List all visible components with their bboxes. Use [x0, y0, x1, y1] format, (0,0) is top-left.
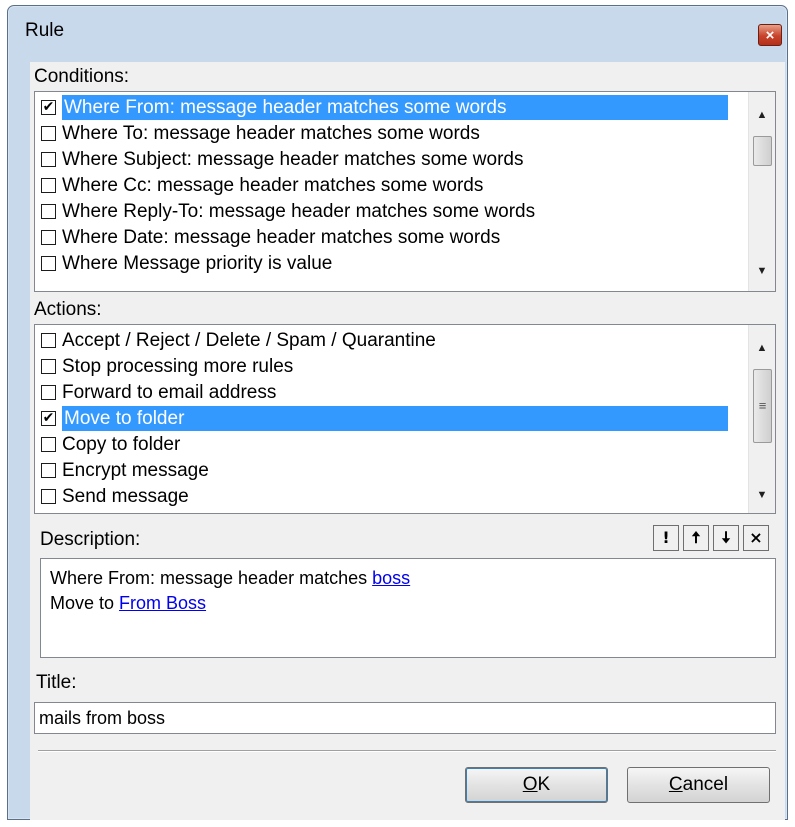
importance-button[interactable]: !	[653, 525, 679, 551]
actions-list-item[interactable]: Copy to folder	[35, 432, 775, 457]
actions-item-label: Encrypt message	[62, 460, 209, 481]
close-button[interactable]: ×	[758, 24, 782, 46]
actions-item-label: Copy to folder	[62, 434, 181, 455]
actions-label: Actions:	[34, 299, 102, 320]
actions-list-item[interactable]: Stop processing more rules	[35, 354, 775, 379]
arrow-up-icon: 🠅	[691, 528, 701, 547]
scroll-down-icon[interactable]: ▼	[749, 484, 775, 506]
conditions-list-item[interactable]: ✔ Where From: message header matches some…	[35, 95, 775, 120]
move-down-button[interactable]: 🠇	[713, 525, 739, 551]
description-box: Where From: message header matches boss …	[40, 558, 776, 658]
title-bar[interactable]: Rule ×	[8, 6, 787, 56]
conditions-item-label: Where To: message header matches some wo…	[62, 123, 480, 144]
conditions-list-item[interactable]: Where Cc: message header matches some wo…	[35, 173, 775, 198]
conditions-item-label: Where From: message header matches some …	[62, 95, 728, 120]
conditions-item-label: Where Cc: message header matches some wo…	[62, 175, 484, 196]
checkbox[interactable]	[41, 333, 56, 348]
checkbox[interactable]	[41, 463, 56, 478]
conditions-item-label: Where Date: message header matches some …	[62, 227, 501, 248]
scrollbar-thumb[interactable]: ≡	[753, 369, 772, 443]
scroll-up-icon[interactable]: ▲	[749, 337, 775, 359]
description-line-1: Where From: message header matches boss	[50, 566, 766, 591]
conditions-item-label: Where Reply-To: message header matches s…	[62, 201, 536, 222]
dialog-title: Rule	[25, 20, 65, 41]
checkbox[interactable]	[41, 489, 56, 504]
cancel-button[interactable]: Cancel	[627, 767, 770, 803]
scroll-down-icon[interactable]: ▼	[749, 260, 775, 282]
actions-item-label: Move to folder	[62, 406, 728, 431]
close-icon: ×	[765, 26, 775, 44]
actions-item-label: Accept / Reject / Delete / Spam / Quaran…	[62, 330, 436, 351]
checkbox[interactable]	[41, 230, 56, 245]
checkbox[interactable]: ✔	[41, 411, 56, 426]
conditions-list-item[interactable]: Where Date: message header matches some …	[35, 225, 775, 250]
checkbox[interactable]	[41, 437, 56, 452]
delete-button[interactable]: ×	[743, 525, 769, 551]
arrow-down-icon: 🠇	[721, 528, 731, 547]
ok-button[interactable]: OK	[465, 767, 608, 803]
actions-list[interactable]: Accept / Reject / Delete / Spam / Quaran…	[34, 324, 776, 514]
ok-mnemonic: O	[522, 774, 538, 795]
conditions-scrollbar[interactable]: ▲ ▼	[748, 92, 775, 291]
checkbox[interactable]	[41, 256, 56, 271]
conditions-list-item[interactable]: Where To: message header matches some wo…	[35, 121, 775, 146]
conditions-list-item[interactable]: Where Reply-To: message header matches s…	[35, 199, 775, 224]
checkbox[interactable]	[41, 385, 56, 400]
condition-text: Where From: message header matches	[50, 568, 373, 588]
title-label: Title:	[36, 672, 77, 693]
scroll-up-icon[interactable]: ▲	[749, 104, 775, 126]
delete-icon: ×	[749, 528, 763, 547]
conditions-label: Conditions:	[34, 66, 130, 87]
scrollbar-thumb[interactable]	[753, 136, 772, 166]
actions-list-item[interactable]: ✔ Move to folder	[35, 406, 775, 431]
actions-item-label: Stop processing more rules	[62, 356, 294, 377]
exclamation-icon: !	[662, 528, 670, 547]
actions-item-label: Send message	[62, 486, 189, 507]
actions-list-item[interactable]: Send message	[35, 484, 775, 509]
ok-label: K	[537, 774, 551, 795]
description-line-2: Move to From Boss	[50, 591, 766, 616]
conditions-list[interactable]: ✔ Where From: message header matches some…	[34, 91, 776, 292]
cancel-label: ancel	[682, 774, 729, 795]
checkbox[interactable]: ✔	[41, 100, 56, 115]
checkbox[interactable]	[41, 152, 56, 167]
description-label: Description:	[40, 529, 141, 550]
checkbox[interactable]	[41, 359, 56, 374]
checkmark-icon: ✔	[42, 410, 55, 426]
actions-scrollbar[interactable]: ▲ ≡ ▼	[748, 325, 775, 513]
action-text: Move to	[50, 593, 120, 613]
folder-link[interactable]: From Boss	[119, 593, 206, 613]
checkbox[interactable]	[41, 204, 56, 219]
conditions-list-item[interactable]: Where Subject: message header matches so…	[35, 147, 775, 172]
checkmark-icon: ✔	[42, 99, 55, 115]
conditions-list-item[interactable]: Where Message priority is value	[35, 251, 775, 276]
actions-list-item[interactable]: Accept / Reject / Delete / Spam / Quaran…	[35, 328, 775, 353]
actions-list-item[interactable]: Forward to email address	[35, 380, 775, 405]
title-input[interactable]	[34, 702, 776, 734]
checkbox[interactable]	[41, 178, 56, 193]
actions-item-label: Forward to email address	[62, 382, 277, 403]
conditions-item-label: Where Message priority is value	[62, 253, 333, 274]
conditions-item-label: Where Subject: message header matches so…	[62, 149, 524, 170]
rule-dialog: Rule × Conditions: ✔ Where From: message …	[7, 5, 788, 820]
cancel-mnemonic: C	[668, 774, 683, 795]
move-up-button[interactable]: 🠅	[683, 525, 709, 551]
dialog-body: Conditions: ✔ Where From: message header …	[30, 62, 785, 820]
separator	[38, 750, 776, 752]
actions-list-item[interactable]: Encrypt message	[35, 458, 775, 483]
checkbox[interactable]	[41, 126, 56, 141]
condition-words-link[interactable]: boss	[372, 568, 410, 588]
